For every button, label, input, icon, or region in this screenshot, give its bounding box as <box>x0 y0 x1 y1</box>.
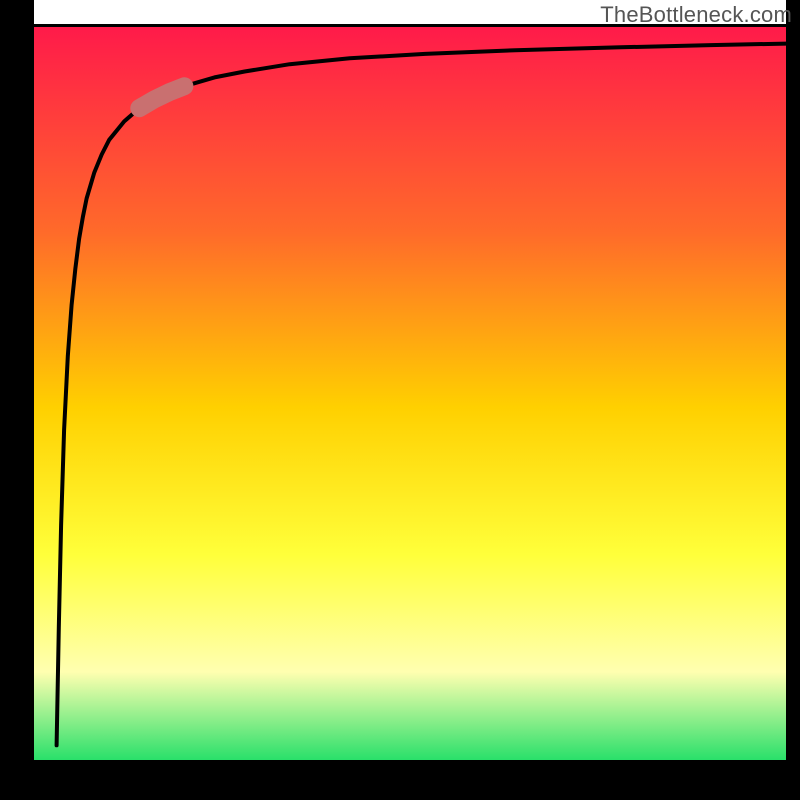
axis-right <box>786 0 800 800</box>
watermark-text: TheBottleneck.com <box>600 2 792 28</box>
plot-area <box>0 0 800 800</box>
axis-left <box>0 0 34 800</box>
bottleneck-chart <box>0 0 800 800</box>
gradient-background <box>34 26 786 760</box>
axis-bottom <box>0 760 800 800</box>
chart-container: TheBottleneck.com <box>0 0 800 800</box>
